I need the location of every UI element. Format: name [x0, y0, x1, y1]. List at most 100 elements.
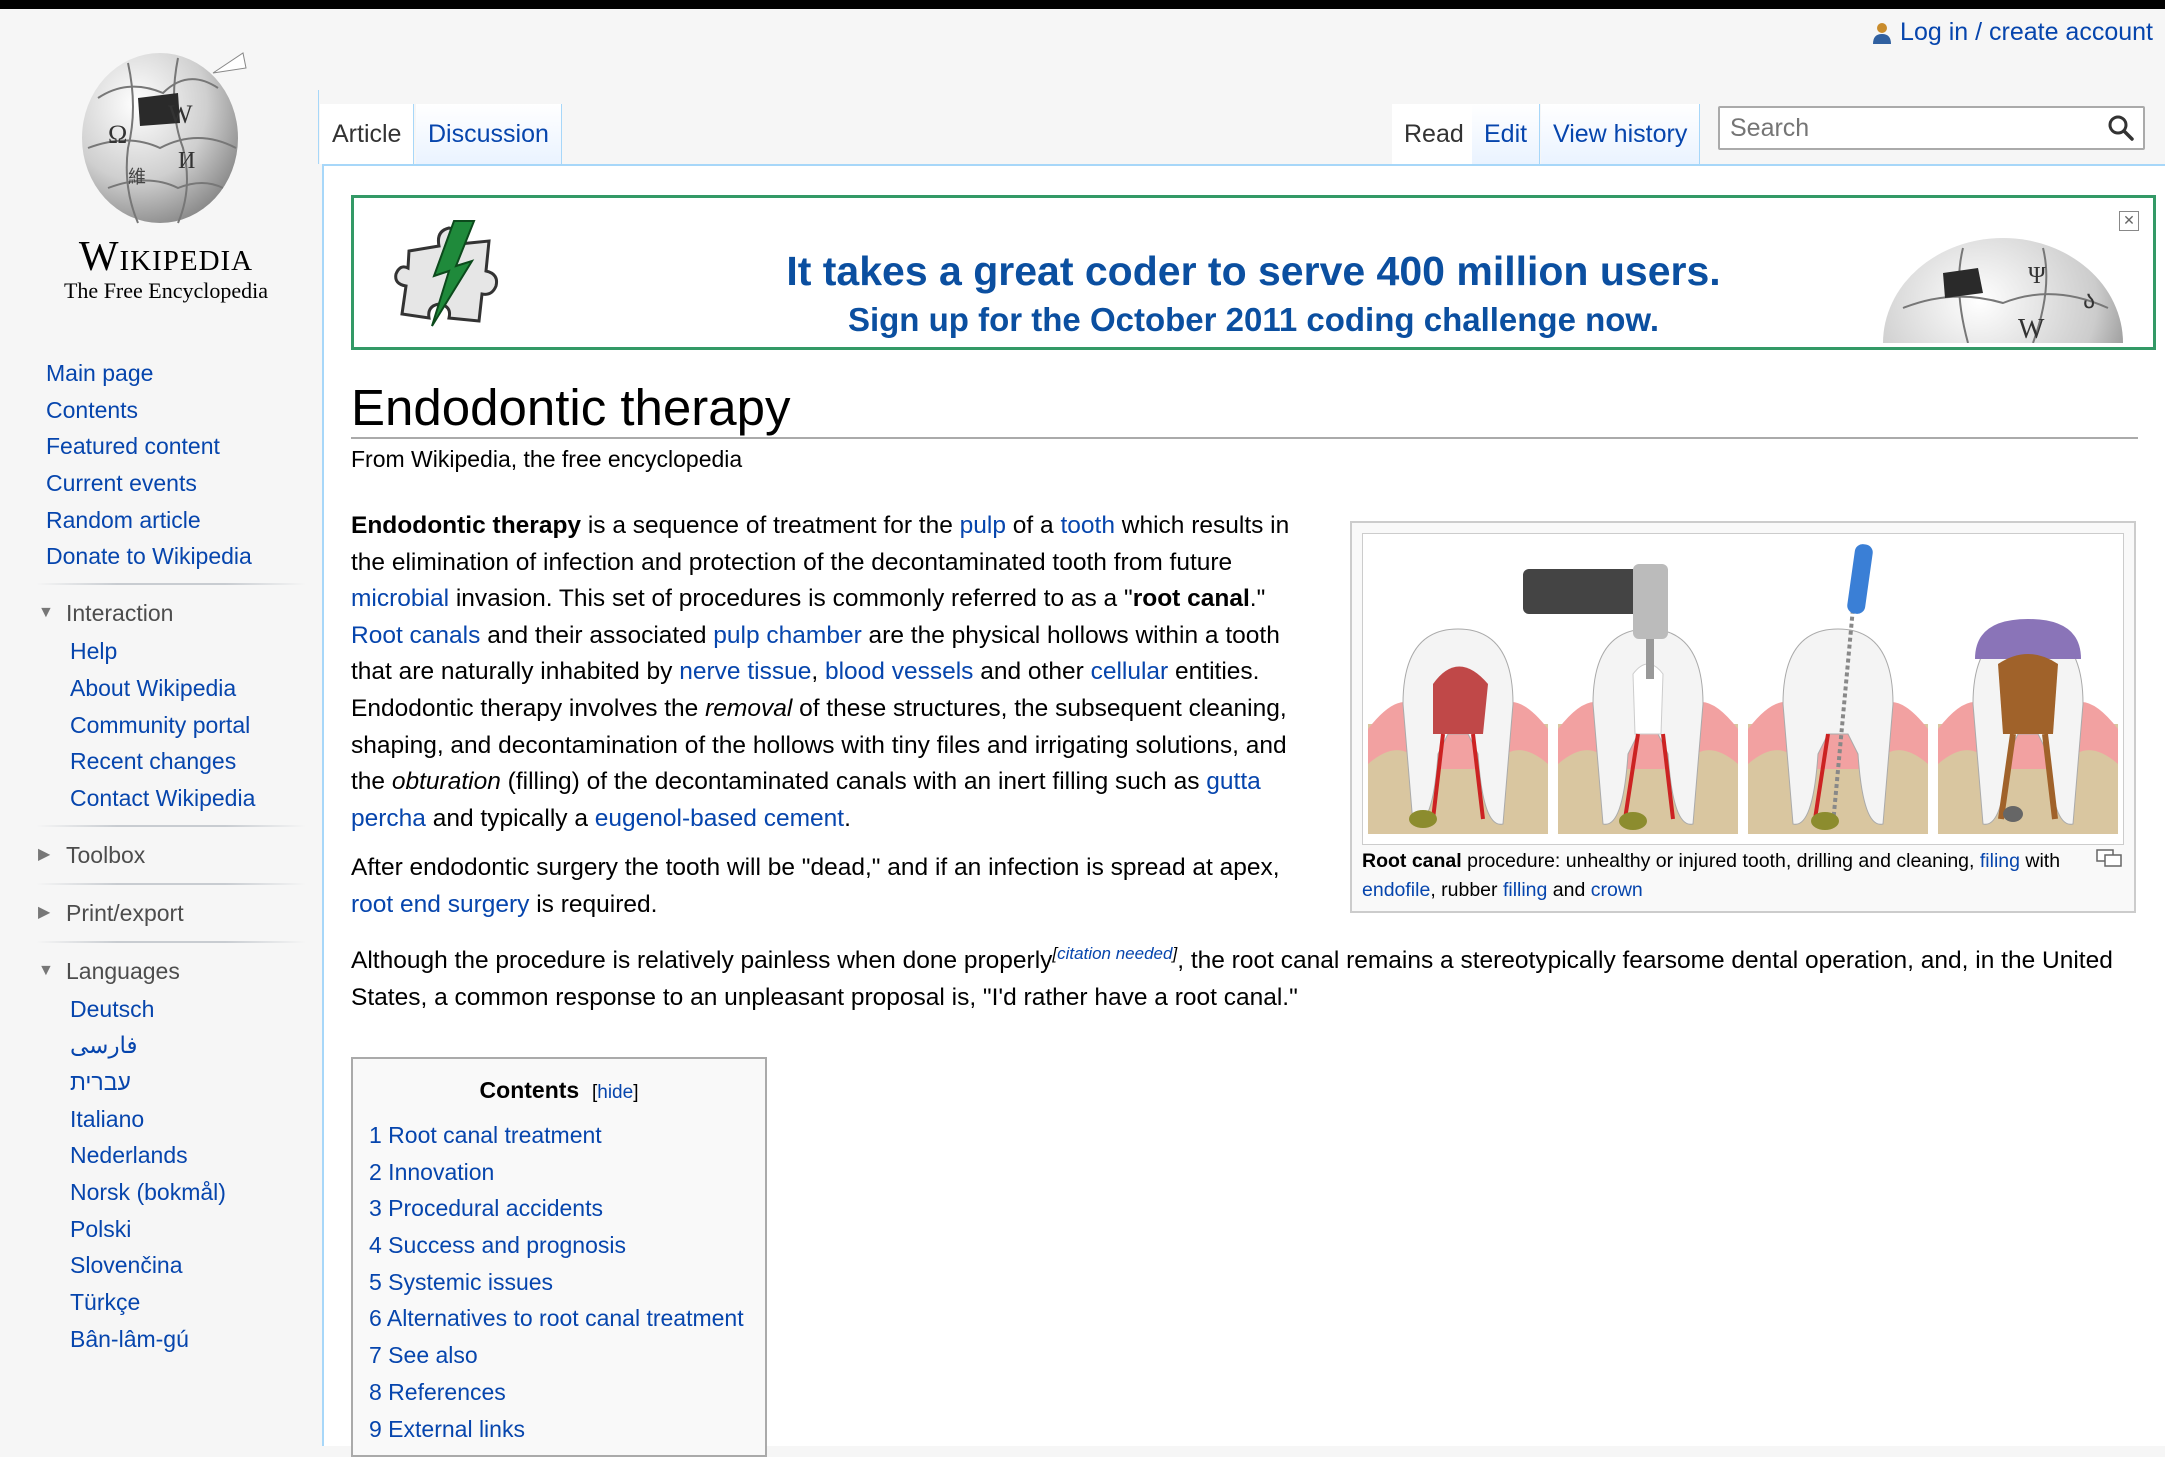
- tab-discussion[interactable]: Discussion: [416, 104, 562, 164]
- lang-slovencina[interactable]: Slovenčina: [70, 1247, 316, 1284]
- nav-featured-content[interactable]: Featured content: [46, 428, 316, 465]
- toc-hide-link[interactable]: hide: [597, 1082, 633, 1103]
- bracket: ]: [633, 1082, 639, 1103]
- nav-recent-changes[interactable]: Recent changes: [70, 743, 316, 780]
- paragraph-three: Although the procedure is relatively pai…: [351, 936, 2141, 1016]
- wordmark: Wikipedia: [78, 234, 254, 280]
- printexport-heading-label: Print/export: [66, 899, 184, 926]
- toc-item[interactable]: 7 See also: [369, 1337, 744, 1374]
- nav-help[interactable]: Help: [70, 633, 316, 670]
- text: Although the procedure is relatively pai…: [351, 947, 1053, 975]
- login-link[interactable]: Log in / create account: [1900, 18, 2153, 47]
- text: is a sequence of treatment for the: [581, 512, 960, 539]
- text: procedure: unhealthy or injured tooth, d…: [1461, 850, 1980, 872]
- portal-divider: [36, 824, 306, 827]
- portal-divider: [36, 583, 306, 586]
- text: and typically a: [425, 804, 595, 832]
- root-canal-illustration[interactable]: [1362, 533, 2124, 845]
- link-root-canals[interactable]: Root canals: [351, 622, 480, 649]
- triangle-down-icon: ▼: [38, 961, 54, 979]
- link-filling[interactable]: filling: [1503, 879, 1547, 901]
- link-pulp[interactable]: pulp: [960, 512, 1006, 539]
- text: of a: [1005, 512, 1061, 539]
- lang-nederlands[interactable]: Nederlands: [70, 1137, 316, 1174]
- link-nerve-tissue[interactable]: nerve tissue: [679, 658, 811, 685]
- toc-item[interactable]: 6 Alternatives to root canal treatment: [369, 1300, 744, 1337]
- languages-heading-label: Languages: [66, 957, 180, 984]
- search-box: [1718, 106, 2145, 150]
- enlarge-icon[interactable]: [2096, 849, 2122, 867]
- site-notice-banner[interactable]: It takes a great coder to serve 400 mill…: [351, 195, 2156, 350]
- lang-banlamgu[interactable]: Bân-lâm-gú: [70, 1321, 316, 1358]
- page-title: Endodontic therapy: [351, 379, 791, 436]
- lang-turkce[interactable]: Türkçe: [70, 1284, 316, 1321]
- toc-hide-toggle: [hide]: [592, 1082, 638, 1103]
- text: (filling) of the decontaminated canals w…: [500, 768, 1207, 796]
- search-icon[interactable]: [2105, 112, 2137, 144]
- close-icon[interactable]: ✕: [2119, 211, 2139, 231]
- triangle-down-icon: ▼: [38, 604, 54, 622]
- svg-text:維: 維: [128, 167, 146, 188]
- nav-contents[interactable]: Contents: [46, 392, 316, 429]
- lang-hebrew[interactable]: עברית: [70, 1064, 316, 1101]
- link-filing[interactable]: filing: [1980, 850, 2020, 872]
- toc-item[interactable]: 3 Procedural accidents: [369, 1190, 744, 1227]
- link-cellular[interactable]: cellular: [1091, 658, 1169, 685]
- portal-divider: [36, 882, 306, 885]
- text: and other: [973, 658, 1091, 686]
- toc-title: Contents: [479, 1077, 580, 1103]
- toc-item[interactable]: 5 Systemic issues: [369, 1264, 744, 1301]
- link-tooth[interactable]: tooth: [1060, 512, 1115, 539]
- wikipedia-logo[interactable]: Ω W И 維 Wikipedia The Free Encyclopedia: [40, 38, 280, 313]
- wikipedia-globe-icon: Ψ W ა: [1883, 238, 2123, 343]
- link-pulp-chamber[interactable]: pulp chamber: [713, 622, 861, 649]
- toolbox-heading[interactable]: ▶ Toolbox: [38, 835, 316, 875]
- toc-item[interactable]: 4 Success and prognosis: [369, 1227, 744, 1264]
- nav-main-page[interactable]: Main page: [46, 355, 316, 392]
- text: and: [1547, 879, 1591, 901]
- tab-edit[interactable]: Edit: [1472, 104, 1541, 164]
- nav-random-article[interactable]: Random article: [46, 502, 316, 539]
- lang-norsk[interactable]: Norsk (bokmål): [70, 1174, 316, 1211]
- lang-italiano[interactable]: Italiano: [70, 1101, 316, 1138]
- thumbnail-caption: Root canal procedure: unhealthy or injur…: [1362, 847, 2092, 905]
- toc-item[interactable]: 1 Root canal treatment: [369, 1117, 744, 1154]
- nav-current-events[interactable]: Current events: [46, 465, 316, 502]
- text: invasion. This set of procedures is comm…: [449, 585, 1133, 613]
- link-endofile[interactable]: endofile: [1362, 879, 1430, 901]
- toc-item[interactable]: 9 External links: [369, 1411, 744, 1448]
- tab-article[interactable]: Article: [320, 104, 415, 164]
- text: ,: [811, 658, 825, 686]
- search-input[interactable]: [1720, 108, 2110, 148]
- svg-text:И: И: [178, 148, 195, 174]
- link-root-end-surgery[interactable]: root end surgery: [351, 891, 529, 918]
- link-eugenol-cement[interactable]: eugenol-based cement: [595, 805, 844, 832]
- tab-view-history[interactable]: View history: [1541, 104, 1701, 164]
- bold-term: root canal: [1132, 585, 1250, 613]
- tab-read[interactable]: Read: [1392, 104, 1477, 164]
- toc-item[interactable]: 2 Innovation: [369, 1154, 744, 1191]
- interaction-heading[interactable]: ▼ Interaction: [38, 593, 316, 633]
- user-icon: [1873, 22, 1892, 44]
- navigation-portal: Main page Contents Featured content Curr…: [46, 355, 316, 575]
- link-blood-vessels[interactable]: blood vessels: [825, 658, 973, 685]
- nav-about[interactable]: About Wikipedia: [70, 670, 316, 707]
- table-of-contents: Contents [hide] 1 Root canal treatment 2…: [351, 1057, 767, 1457]
- toc-item[interactable]: 8 References: [369, 1374, 744, 1411]
- text: .": [1249, 585, 1266, 613]
- link-microbial[interactable]: microbial: [351, 585, 449, 612]
- image-thumbnail: Root canal procedure: unhealthy or injur…: [1350, 521, 2136, 913]
- intro-paragraph: Endodontic therapy is a sequence of trea…: [351, 508, 1321, 837]
- lang-polski[interactable]: Polski: [70, 1211, 316, 1248]
- nav-community-portal[interactable]: Community portal: [70, 707, 316, 744]
- svg-text:ა: ა: [2083, 288, 2095, 314]
- languages-heading[interactable]: ▼ Languages: [38, 951, 316, 991]
- link-citation-needed[interactable]: citation needed: [1057, 944, 1172, 963]
- nav-contact[interactable]: Contact Wikipedia: [70, 780, 316, 817]
- lang-deutsch[interactable]: Deutsch: [70, 991, 316, 1028]
- link-crown[interactable]: crown: [1591, 879, 1643, 901]
- printexport-heading[interactable]: ▶ Print/export: [38, 893, 316, 933]
- lang-farsi[interactable]: فارسی: [70, 1027, 316, 1064]
- nav-donate[interactable]: Donate to Wikipedia: [46, 538, 316, 575]
- italic-term: removal: [705, 694, 793, 722]
